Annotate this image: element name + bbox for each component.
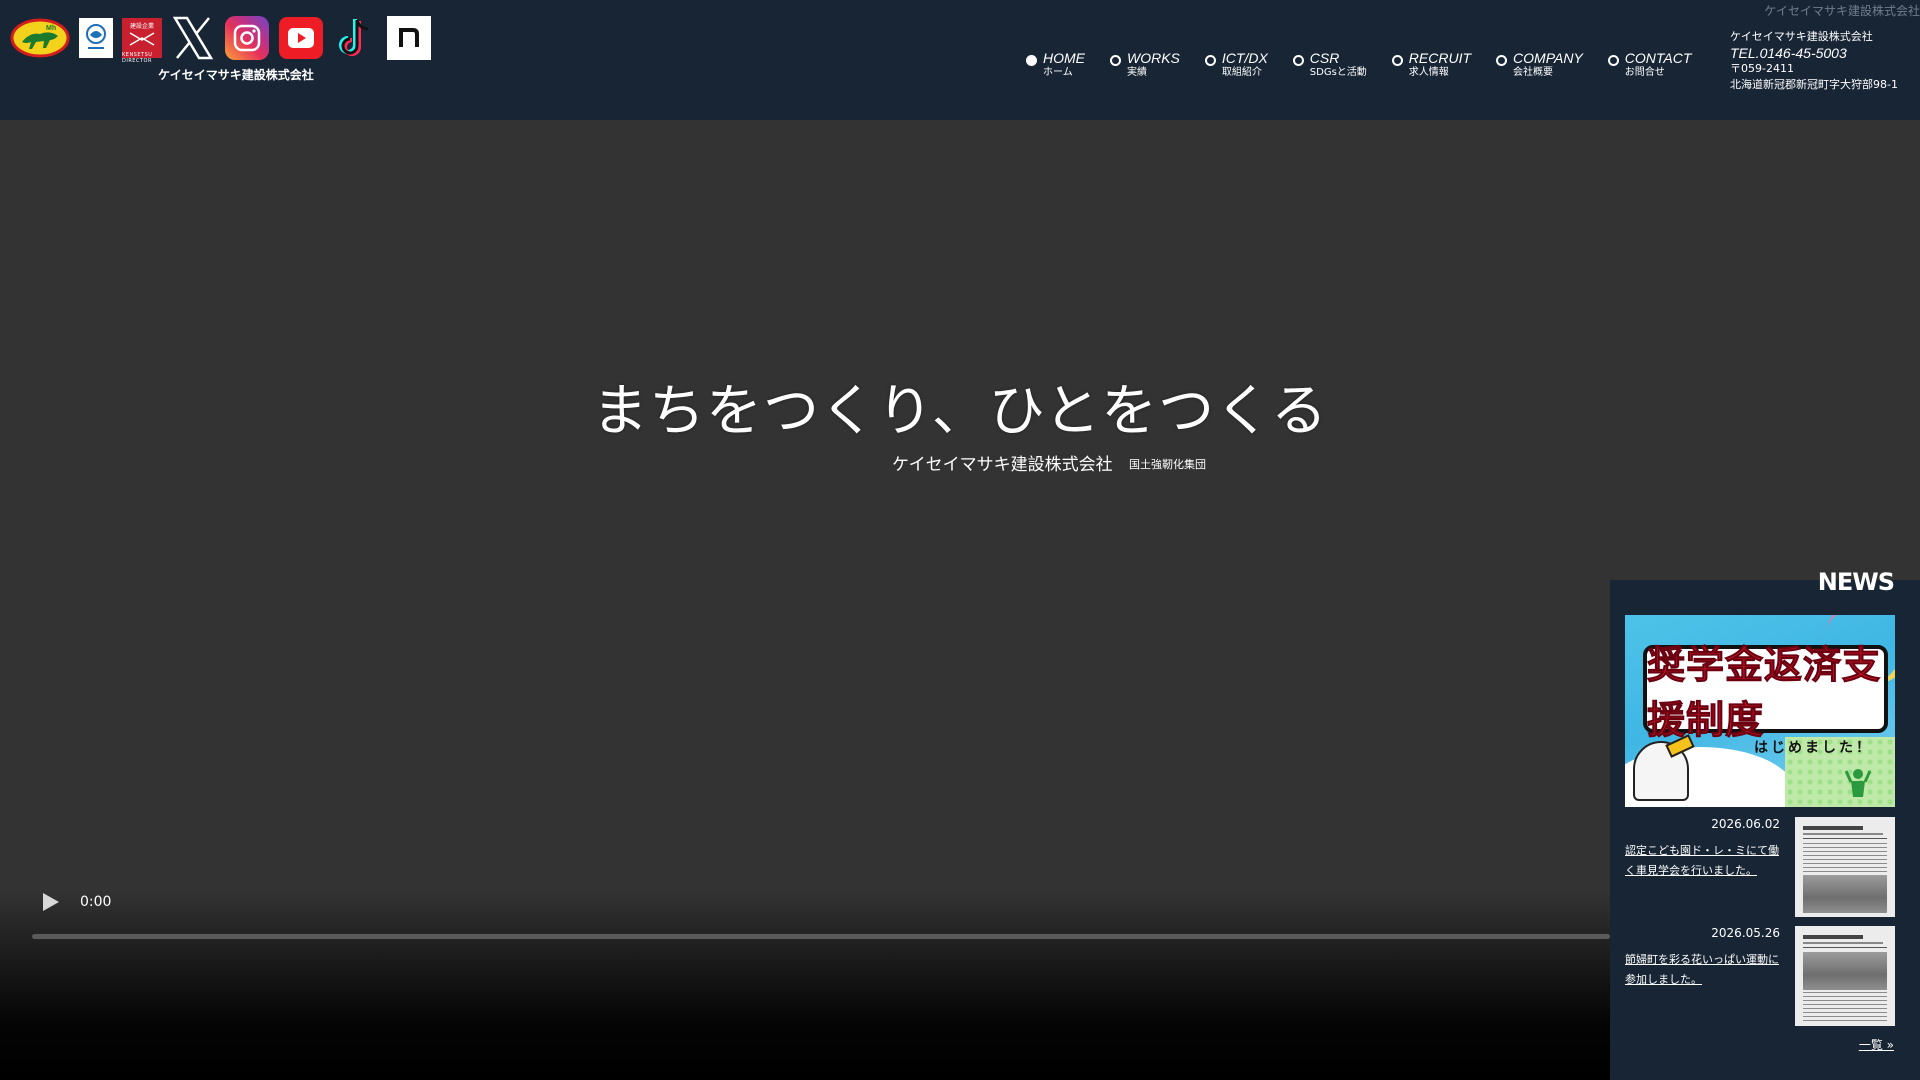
nav-item-csr[interactable]: CSR SDGsと活動	[1292, 50, 1367, 80]
thumb-photo	[1803, 875, 1887, 913]
header-company-name: ケイセイマサキ建設株式会社	[158, 68, 314, 82]
news-thumbnail[interactable]	[1795, 926, 1895, 1026]
contact-tel[interactable]: TEL.0146-45-5003	[1730, 45, 1898, 61]
nav-label-en: WORKS	[1127, 50, 1180, 66]
nav-item-works[interactable]: WORKS 実績	[1110, 50, 1180, 80]
news-title-link[interactable]: 認定こども園ド・レ・ミにて働く車見学会を行いました。	[1625, 841, 1780, 881]
logo-row: Mh 建設企業 KENSETSU DIRECTOR	[10, 16, 441, 64]
news-thumbnail[interactable]	[1795, 817, 1895, 917]
kenketsu-logo[interactable]	[79, 18, 113, 58]
thumb-heading	[1803, 932, 1887, 948]
nav-label-ja: 取組紹介	[1221, 67, 1262, 78]
nav-dot-icon	[1026, 55, 1037, 66]
tiktok-icon[interactable]	[333, 16, 377, 60]
nav-item-home[interactable]: HOME ホーム	[1026, 50, 1085, 80]
x-icon[interactable]	[171, 16, 215, 60]
nav-item-recruit[interactable]: RECRUIT 求人情報	[1391, 50, 1472, 80]
director-logo-bottom: KENSETSU DIRECTOR	[122, 52, 153, 64]
nav-label-ja: 実績	[1127, 67, 1147, 78]
nav-label-en: COMPANY	[1513, 50, 1583, 66]
contact-address: 北海道新冠郡新冠町字大狩部98-1	[1730, 78, 1898, 91]
mh-logo-text: Mh	[46, 25, 56, 32]
page: ケイセイマサキ建設株式会社 Mh 建設企業 KENSETSU DIRECTOR …	[0, 0, 1920, 1080]
site-header: ケイセイマサキ建設株式会社 Mh 建設企業 KENSETSU DIRECTOR …	[0, 0, 1920, 120]
nav-label-ja: SDGsと活動	[1309, 67, 1367, 78]
nav-label-ja: ホーム	[1043, 67, 1073, 78]
hero-tagline: 国土強靭化集団	[1129, 458, 1206, 471]
instagram-icon[interactable]	[225, 16, 269, 60]
nav-label-en: HOME	[1043, 50, 1085, 66]
mh-logo[interactable]: Mh	[10, 18, 70, 58]
nav-label-ja: 会社概要	[1513, 67, 1554, 78]
contact-zip: 〒059-2411	[1730, 62, 1794, 75]
feature-subtext: はじめました！	[1754, 740, 1873, 756]
thumb-photo	[1803, 952, 1887, 990]
news-title: NEWS	[1817, 568, 1895, 596]
play-icon[interactable]	[42, 892, 60, 912]
thumb-text-lines	[1803, 843, 1887, 873]
header-contact: ケイセイマサキ建設株式会社 TEL.0146-45-5003 〒059-2411…	[1730, 29, 1898, 93]
nav-item-ict-dx[interactable]: ICT/DX 取組紹介	[1204, 50, 1268, 80]
header-corner-text: ケイセイマサキ建設株式会社	[1764, 4, 1920, 18]
nav-label-en: RECRUIT	[1408, 50, 1472, 66]
nav-label-en: ICT/DX	[1221, 50, 1268, 66]
news-date: 2026.06.02	[1711, 817, 1780, 831]
news-date: 2026.05.26	[1711, 926, 1780, 940]
cheering-person-icon	[1845, 769, 1871, 797]
contact-company: ケイセイマサキ建設株式会社	[1730, 30, 1873, 43]
news-more-link[interactable]: 一覧 »	[1859, 1036, 1894, 1053]
note-icon[interactable]	[387, 16, 431, 60]
video-progress-bar[interactable]	[32, 934, 1610, 939]
youtube-icon[interactable]	[279, 17, 323, 59]
nav-dot-icon	[1110, 55, 1121, 66]
nav-dot-icon	[1607, 55, 1619, 66]
thumb-text-lines	[1803, 992, 1887, 1022]
nav-item-company[interactable]: COMPANY 会社概要	[1496, 50, 1583, 80]
news-item: 2026.05.26 節婦町を彩る花いっぱい運動に参加しました。	[1625, 926, 1895, 1026]
main-nav: HOME ホーム WORKS 実績 ICT/DX 取組紹介 CSR SDGsと活…	[1026, 50, 1716, 80]
news-item: 2026.06.02 認定こども園ド・レ・ミにて働く車見学会を行いました。	[1625, 817, 1895, 917]
thumb-heading	[1803, 823, 1887, 839]
nav-dot-icon	[1292, 55, 1304, 66]
hero-company-name: ケイセイマサキ建設株式会社	[892, 455, 1113, 475]
feature-text: 奨学金返済支援制度	[1647, 643, 1882, 743]
nav-dot-icon	[1496, 55, 1508, 66]
feature-speech-bubble: 奨学金返済支援制度	[1643, 643, 1888, 743]
kensetsu-director-logo[interactable]: 建設企業 KENSETSU DIRECTOR	[122, 18, 162, 64]
nav-item-contact[interactable]: CONTACT お問合せ	[1607, 50, 1692, 80]
news-title-link[interactable]: 節婦町を彩る花いっぱい運動に参加しました。	[1625, 950, 1780, 990]
hero-catchphrase: まちをつくり、ひとをつくる	[592, 379, 1328, 444]
nav-label-en: CONTACT	[1624, 50, 1692, 66]
nav-dot-icon	[1204, 55, 1216, 66]
news-feature-banner[interactable]: 奨学金返済支援制度 はじめました！	[1625, 615, 1895, 807]
director-logo-top: 建設企業	[129, 23, 154, 30]
nav-label-ja: 求人情報	[1408, 67, 1449, 78]
nav-label-ja: お問合せ	[1624, 67, 1665, 78]
video-time: 0:00	[80, 894, 112, 910]
nav-dot-icon	[1391, 55, 1403, 66]
nav-label-en: CSR	[1309, 50, 1340, 66]
